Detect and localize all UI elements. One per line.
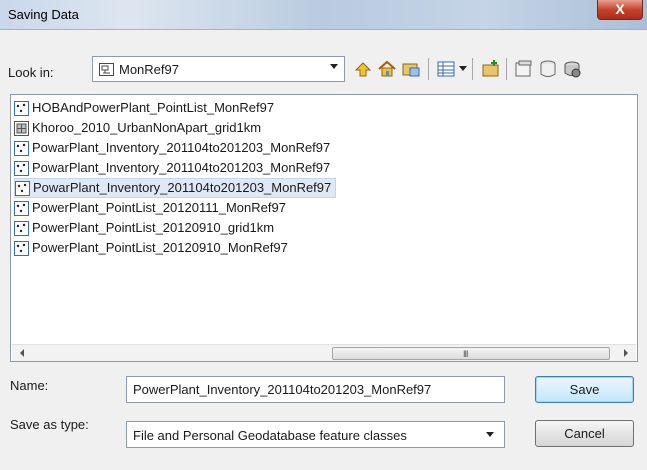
save-as-type-label: Save as type: [10, 417, 89, 432]
folder-network-icon [99, 63, 114, 76]
save-button[interactable]: Save [535, 376, 634, 403]
window-title: Saving Data [8, 7, 79, 22]
home-icon[interactable] [376, 58, 398, 80]
list-item[interactable]: HOBAndPowerPlant_PointList_MonRef97 [14, 98, 274, 118]
connect-folder-icon[interactable] [400, 58, 422, 80]
chevron-down-icon [330, 64, 338, 69]
catalog-icon[interactable] [513, 58, 535, 80]
file-label: PowarPlant_Inventory_201104to201203_MonR… [32, 160, 331, 175]
list-item[interactable]: PowarPlant_Inventory_201104to201203_MonR… [14, 158, 330, 178]
point-feature-class-icon [14, 221, 29, 237]
save-as-type-dropdown[interactable]: File and Personal Geodatabase feature cl… [126, 421, 505, 448]
options-icon[interactable] [561, 58, 583, 80]
list-item[interactable]: PowerPlant_PointList_20120910_MonRef97 [14, 238, 288, 258]
point-feature-class-icon [14, 201, 29, 217]
point-feature-class-icon [15, 181, 30, 197]
look-in-label: Look in: [8, 65, 54, 80]
file-label: HOBAndPowerPlant_PointList_MonRef97 [32, 100, 275, 115]
file-label: PowarPlant_Inventory_201104to201203_MonR… [32, 140, 331, 155]
point-feature-class-icon [14, 141, 29, 157]
saving-data-dialog: Saving Data X Look in: MonRef97 HOBAndPo… [0, 0, 647, 470]
new-folder-icon[interactable] [480, 58, 502, 80]
list-item[interactable]: PowarPlant_Inventory_201104to201203_MonR… [14, 138, 330, 158]
file-list[interactable]: HOBAndPowerPlant_PointList_MonRef97 Khor… [10, 94, 638, 362]
file-label: Khoroo_2010_UrbanNonApart_grid1km [32, 120, 262, 135]
close-button[interactable]: X [597, 0, 643, 20]
title-bar[interactable]: Saving Data X [0, 0, 647, 30]
toolbar-separator [428, 58, 429, 80]
point-feature-class-icon [14, 241, 29, 257]
chevron-down-icon [486, 432, 494, 437]
list-item[interactable]: PowerPlant_PointList_20120910_grid1km [14, 218, 274, 238]
up-one-level-icon[interactable] [352, 58, 374, 80]
name-input[interactable] [126, 376, 505, 403]
geodatabase-icon[interactable] [537, 58, 559, 80]
scroll-left-icon[interactable] [20, 349, 24, 357]
scrollbar-grip: III [463, 349, 468, 359]
list-item[interactable]: PowerPlant_PointList_20120111_MonRef97 [14, 198, 286, 218]
look-in-value: MonRef97 [119, 62, 179, 77]
name-label: Name: [10, 378, 49, 393]
list-item[interactable]: Khoroo_2010_UrbanNonApart_grid1km [14, 118, 261, 138]
horizontal-scrollbar[interactable]: III [12, 344, 636, 361]
point-feature-class-icon [14, 161, 29, 177]
list-item-selected[interactable]: PowarPlant_Inventory_201104to201203_MonR… [14, 178, 337, 198]
scroll-right-icon[interactable] [624, 349, 628, 357]
file-label: PowarPlant_Inventory_201104to201203_MonR… [33, 180, 332, 195]
save-as-type-value: File and Personal Geodatabase feature cl… [133, 428, 407, 443]
cancel-button[interactable]: Cancel [535, 420, 634, 447]
view-menu-icon[interactable] [435, 58, 457, 80]
file-label: PowerPlant_PointList_20120910_grid1km [32, 220, 275, 235]
polygon-feature-class-icon [14, 121, 29, 137]
look-in-dropdown[interactable]: MonRef97 [92, 56, 345, 82]
file-label: PowerPlant_PointList_20120111_MonRef97 [32, 200, 286, 215]
toolbar-separator [472, 58, 473, 80]
toolbar-separator [506, 58, 507, 80]
point-feature-class-icon [14, 101, 29, 117]
view-dropdown-chevron-icon[interactable] [459, 66, 467, 71]
scrollbar-thumb[interactable]: III [332, 347, 610, 360]
file-label: PowerPlant_PointList_20120910_MonRef97 [32, 240, 288, 255]
